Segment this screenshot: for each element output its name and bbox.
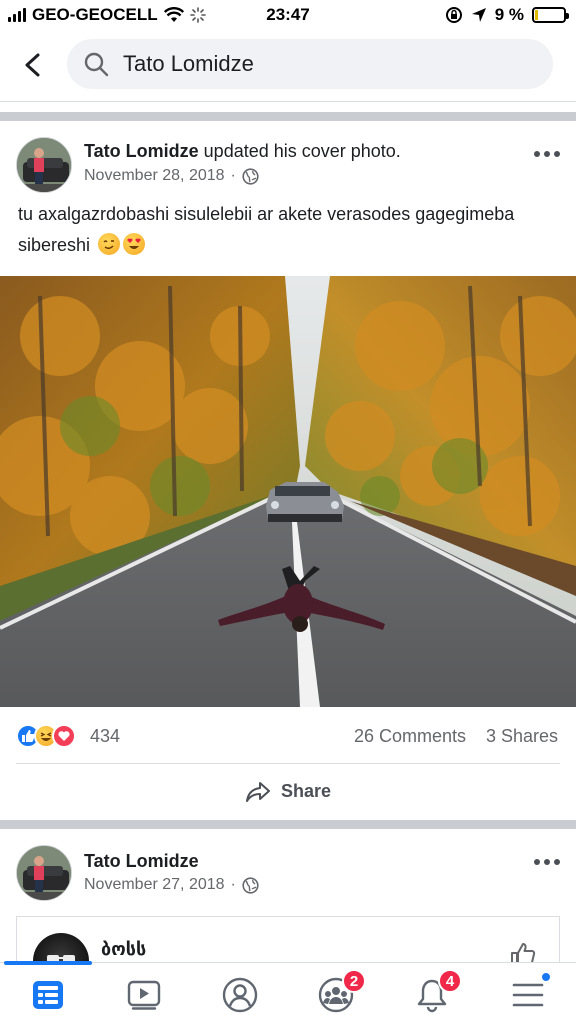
section-divider	[0, 112, 576, 121]
profile-icon	[222, 977, 258, 1013]
tab-notifications[interactable]: 4	[412, 969, 462, 1015]
share-label: Share	[280, 781, 332, 801]
avatar-image	[17, 846, 71, 900]
watch-icon	[127, 980, 161, 1010]
globe-icon	[242, 167, 259, 185]
back-button[interactable]	[18, 50, 48, 80]
globe-icon	[242, 876, 259, 894]
section-divider	[0, 820, 576, 829]
status-bar: GEO-GEOCELL 23:47 9 %	[0, 0, 576, 30]
status-right: 9 %	[445, 5, 569, 25]
car	[266, 482, 344, 522]
wink-emoji-icon	[98, 233, 121, 255]
battery-percent: 9 %	[494, 5, 524, 24]
tab-groups[interactable]: 2	[316, 969, 366, 1015]
post-header: Tato Lomidze	[84, 851, 199, 872]
cover-photo-image	[0, 276, 576, 707]
search-icon	[84, 52, 109, 77]
share-icon	[245, 781, 270, 802]
post-meta: November 27, 2018 ·	[84, 876, 259, 894]
avatar-image	[17, 138, 71, 192]
tab-news-feed[interactable]	[28, 975, 68, 1015]
menu-icon	[512, 983, 544, 1007]
post-meta: November 28, 2018 ·	[84, 167, 259, 185]
reaction-count: 434	[90, 726, 121, 746]
author-avatar[interactable]	[16, 845, 72, 901]
tab-menu[interactable]	[508, 971, 552, 1015]
search-input[interactable]: Tato Lomidze	[67, 39, 553, 89]
post-header: Tato Lomidze updated his cover photo.	[84, 141, 401, 162]
active-tab-indicator	[4, 961, 92, 965]
groups-badge: 2	[342, 969, 366, 993]
post-body: tu axalgazrdobashi sisulelebii ar akete …	[18, 204, 515, 255]
tab-watch[interactable]	[124, 975, 164, 1015]
post-text: tu axalgazrdobashi sisulelebii ar akete …	[18, 199, 558, 261]
comments-count[interactable]: 26 Comments	[354, 726, 466, 747]
shares-count[interactable]: 3 Shares	[486, 726, 558, 747]
chevron-left-icon	[25, 53, 40, 77]
reaction-icons	[16, 724, 76, 748]
author-name[interactable]: Tato Lomidze	[84, 851, 199, 871]
post-options-button[interactable]	[534, 859, 560, 869]
post-options-button[interactable]	[534, 151, 560, 161]
search-header: Tato Lomidze	[0, 30, 576, 102]
menu-notification-dot	[540, 971, 552, 983]
notifications-badge: 4	[438, 969, 462, 993]
battery-icon	[532, 7, 569, 23]
location-arrow-icon	[471, 8, 486, 22]
heart-eyes-emoji-icon	[123, 233, 146, 255]
reactions-summary[interactable]: 434 26 Comments 3 Shares	[0, 716, 576, 756]
rotation-lock-icon	[445, 7, 462, 23]
meta-separator: ·	[230, 876, 236, 893]
post-date[interactable]: November 27, 2018	[84, 876, 225, 894]
shared-author-name[interactable]: ბოსს	[101, 939, 146, 960]
post-date[interactable]: November 28, 2018	[84, 167, 225, 185]
tab-profile[interactable]	[220, 975, 260, 1015]
search-query: Tato Lomidze	[123, 51, 254, 76]
cover-photo[interactable]	[0, 276, 576, 707]
post-action: updated his cover photo.	[198, 141, 401, 161]
feed-icon	[33, 981, 63, 1009]
author-name[interactable]: Tato Lomidze	[84, 141, 199, 161]
meta-separator: ·	[230, 167, 236, 184]
love-reaction-icon	[52, 724, 76, 748]
bottom-navigation: 2 4	[0, 961, 576, 1024]
share-button[interactable]: Share	[16, 763, 560, 819]
author-avatar[interactable]	[16, 137, 72, 193]
